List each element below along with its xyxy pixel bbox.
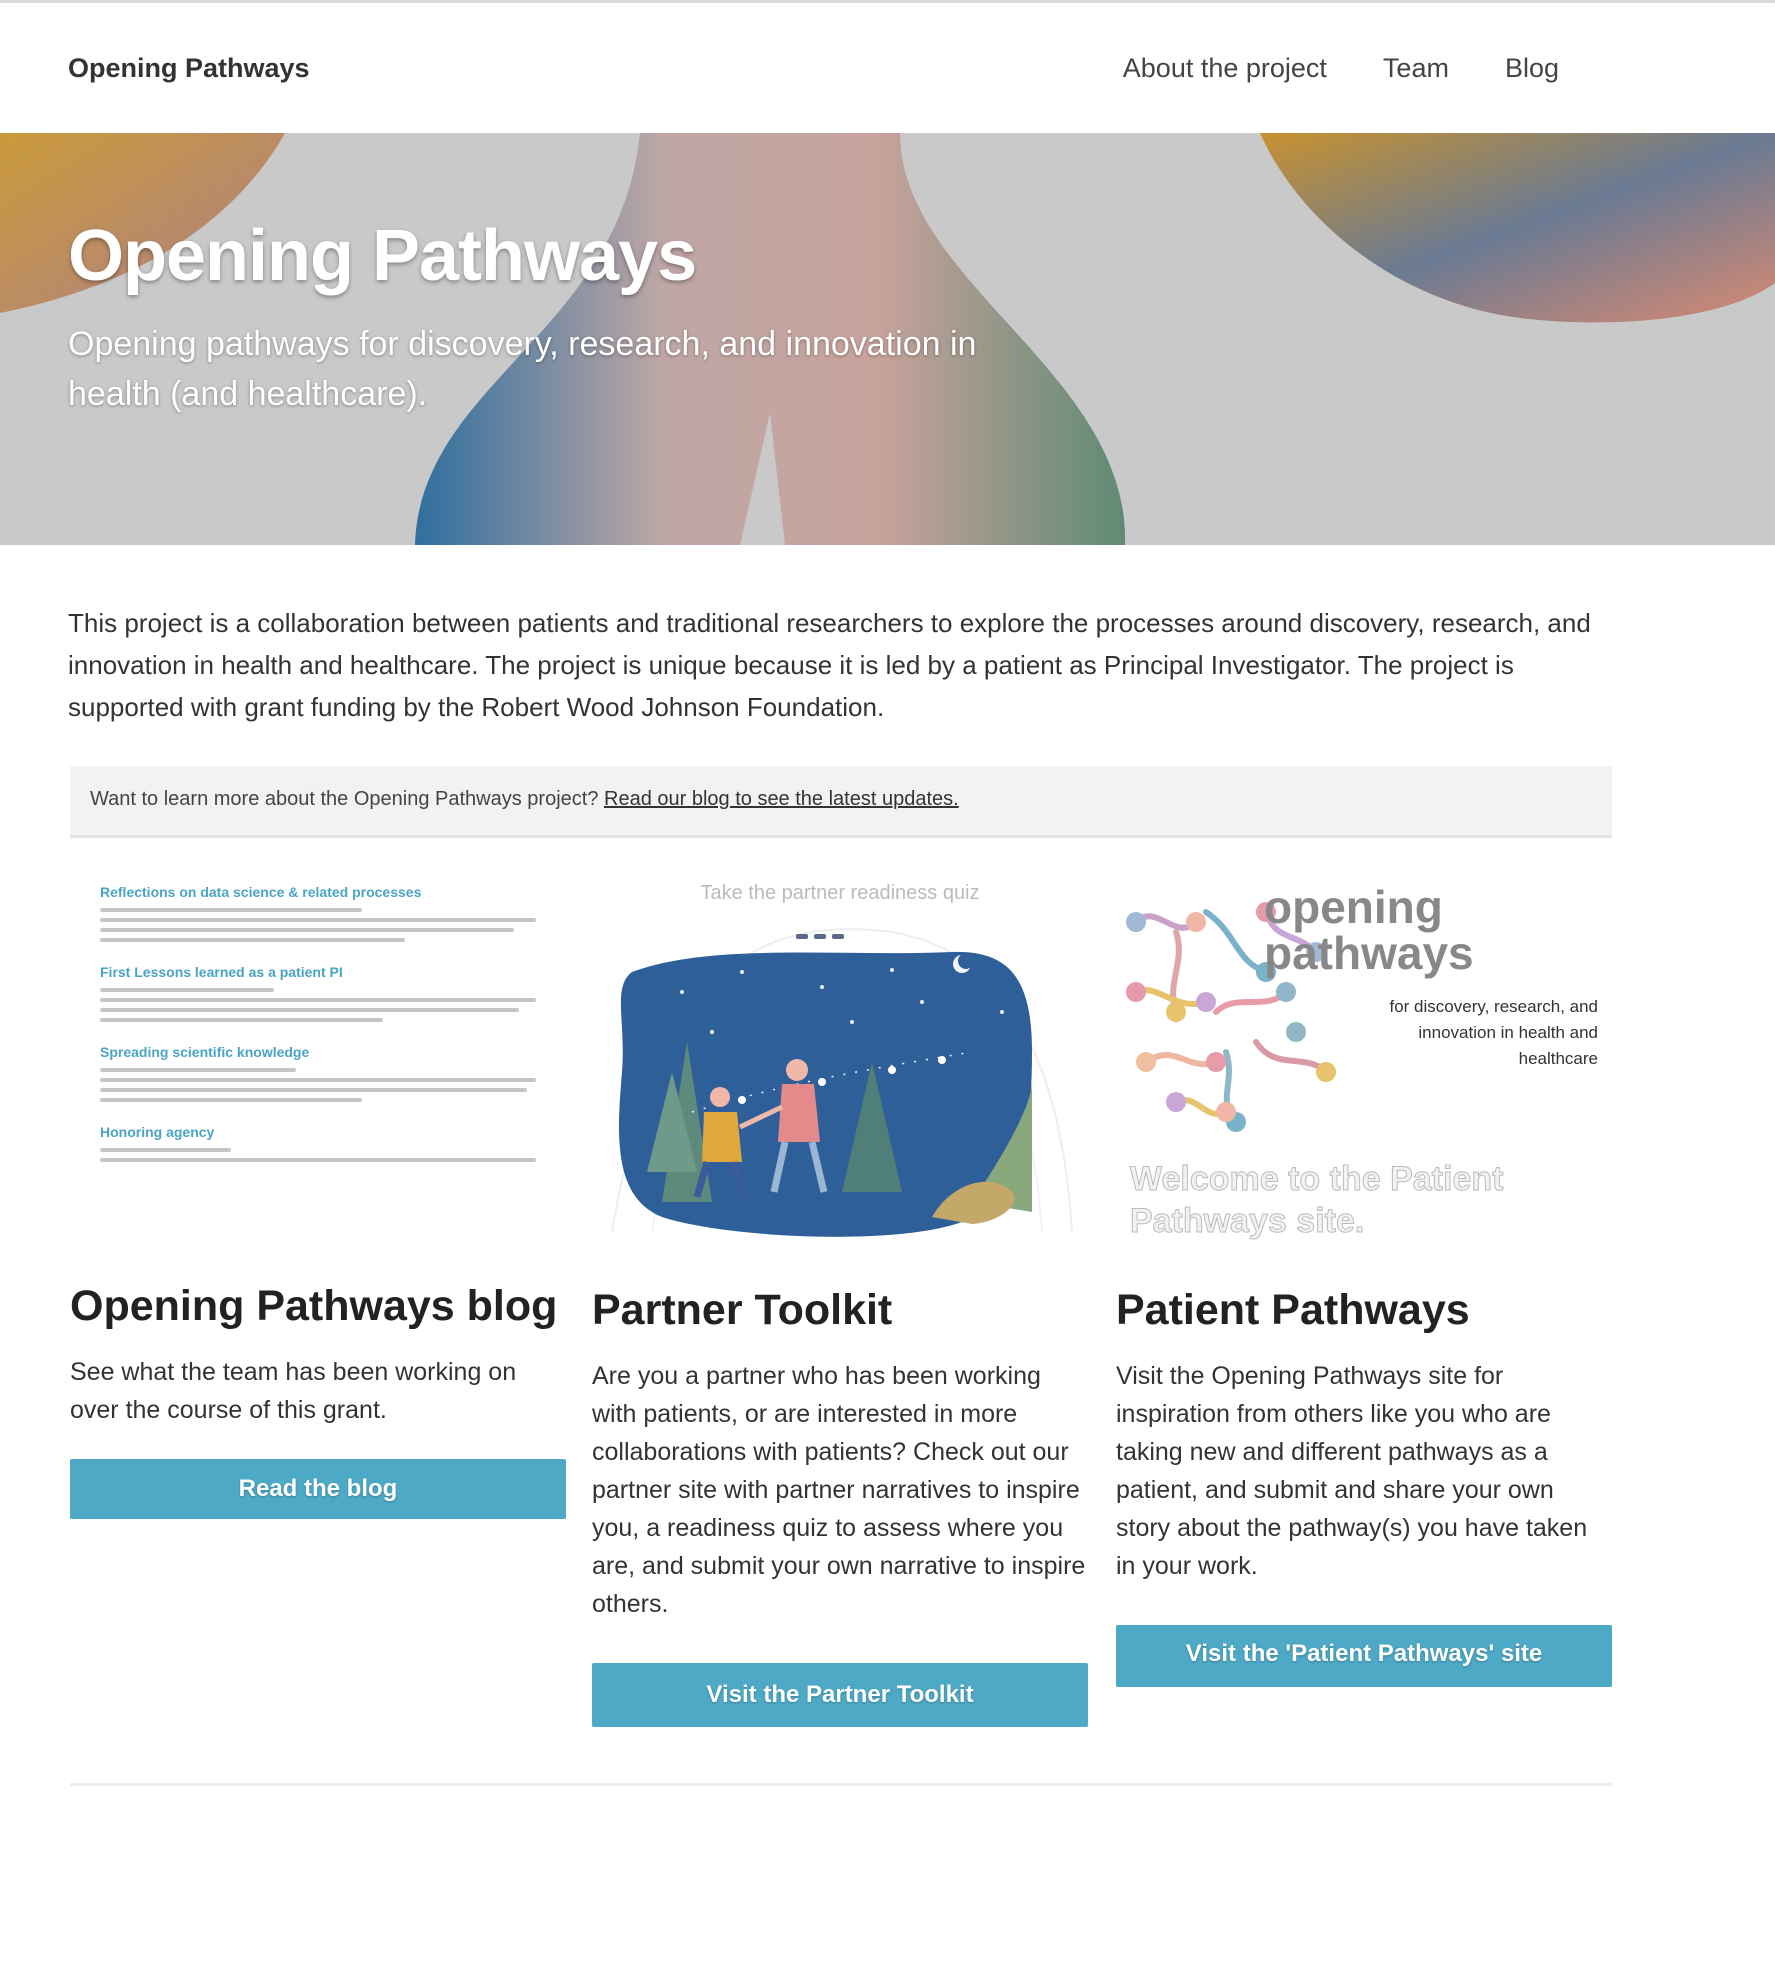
intro-paragraph: This project is a collaboration between …	[68, 608, 1591, 722]
blog-thumb-post-title: Reflections on data science & related pr…	[100, 884, 422, 900]
quiz-heading: Take the partner readiness quiz	[700, 882, 980, 904]
blog-thumb-post: Spreading scientific knowledge	[100, 1044, 536, 1102]
text-line	[100, 1018, 384, 1022]
welcome-heading: Welcome to the Patient Pathways site.	[1130, 1160, 1504, 1241]
card-partner-toolkit: Take the partner readiness quiz Partner …	[592, 872, 1088, 1727]
blog-thumb-post-title: First Lessons learned as a patient PI	[100, 964, 343, 980]
text-line	[100, 1158, 536, 1162]
text-line	[100, 1088, 528, 1092]
site-header: Opening Pathways About the project Team …	[0, 3, 1775, 133]
blog-thumb-post: Reflections on data science & related pr…	[100, 884, 536, 942]
hero-banner: Opening Pathways Opening pathways for di…	[0, 133, 1775, 545]
patient-pathways-thumbnail[interactable]: opening pathways for discovery, research…	[1116, 872, 1612, 1242]
logo-word-opening: opening	[1264, 881, 1443, 933]
blog-callout: Want to learn more about the Opening Pat…	[70, 766, 1612, 838]
text-line	[100, 918, 536, 922]
text-line	[100, 908, 362, 912]
text-line	[100, 938, 406, 942]
brand-link[interactable]: Opening Pathways	[68, 53, 310, 84]
blog-thumbnail[interactable]: Reflections on data science & related pr…	[70, 872, 566, 1242]
callout-blog-link[interactable]: Read our blog to see the latest updates.	[604, 788, 959, 810]
card-description: See what the team has been working on ov…	[70, 1358, 517, 1424]
card-description: Visit the Opening Pathways site for insp…	[1116, 1362, 1588, 1580]
callout-text: Want to learn more about the Opening Pat…	[90, 788, 599, 810]
logo-tagline: for discovery, research, and innovation …	[1389, 997, 1599, 1068]
text-line	[100, 998, 536, 1002]
blog-thumb-post: First Lessons learned as a patient PI	[100, 964, 536, 1022]
nav-about[interactable]: About the project	[1123, 53, 1327, 84]
text-line	[100, 1148, 231, 1152]
main-nav: About the project Team Blog	[1123, 53, 1559, 84]
blog-thumb-post-title: Spreading scientific knowledge	[100, 1044, 310, 1060]
text-line	[100, 1078, 536, 1082]
logo-word-pathways: pathways	[1264, 927, 1474, 979]
text-line	[100, 1008, 519, 1012]
card-title: Patient Pathways	[1116, 1286, 1470, 1334]
visit-patient-pathways-button[interactable]: Visit the 'Patient Pathways' site	[1116, 1625, 1612, 1687]
text-line	[100, 988, 275, 992]
visit-partner-toolkit-button[interactable]: Visit the Partner Toolkit	[592, 1663, 1088, 1727]
card-description: Are you a partner who has been working w…	[592, 1362, 1086, 1618]
card-blog: Reflections on data science & related pr…	[70, 872, 566, 1519]
footer-divider	[70, 1783, 1612, 1786]
card-title: Opening Pathways blog	[70, 1282, 558, 1330]
hero-subtitle: Opening pathways for discovery, research…	[68, 325, 977, 413]
blog-thumb-post: Honoring agency	[100, 1124, 536, 1162]
nav-blog[interactable]: Blog	[1505, 53, 1559, 84]
nav-team[interactable]: Team	[1383, 53, 1449, 84]
partner-illustration	[611, 928, 1073, 1237]
hero-title: Opening Pathways	[68, 216, 697, 296]
read-blog-button[interactable]: Read the blog	[70, 1459, 566, 1519]
card-title: Partner Toolkit	[592, 1286, 893, 1334]
blog-thumb-post-title: Honoring agency	[100, 1124, 215, 1140]
partner-quiz-thumbnail[interactable]: Take the partner readiness quiz	[592, 872, 1088, 1242]
text-line	[100, 1098, 362, 1102]
card-patient-pathways: opening pathways for discovery, research…	[1116, 872, 1612, 1687]
text-line	[100, 1068, 297, 1072]
text-line	[100, 928, 515, 932]
